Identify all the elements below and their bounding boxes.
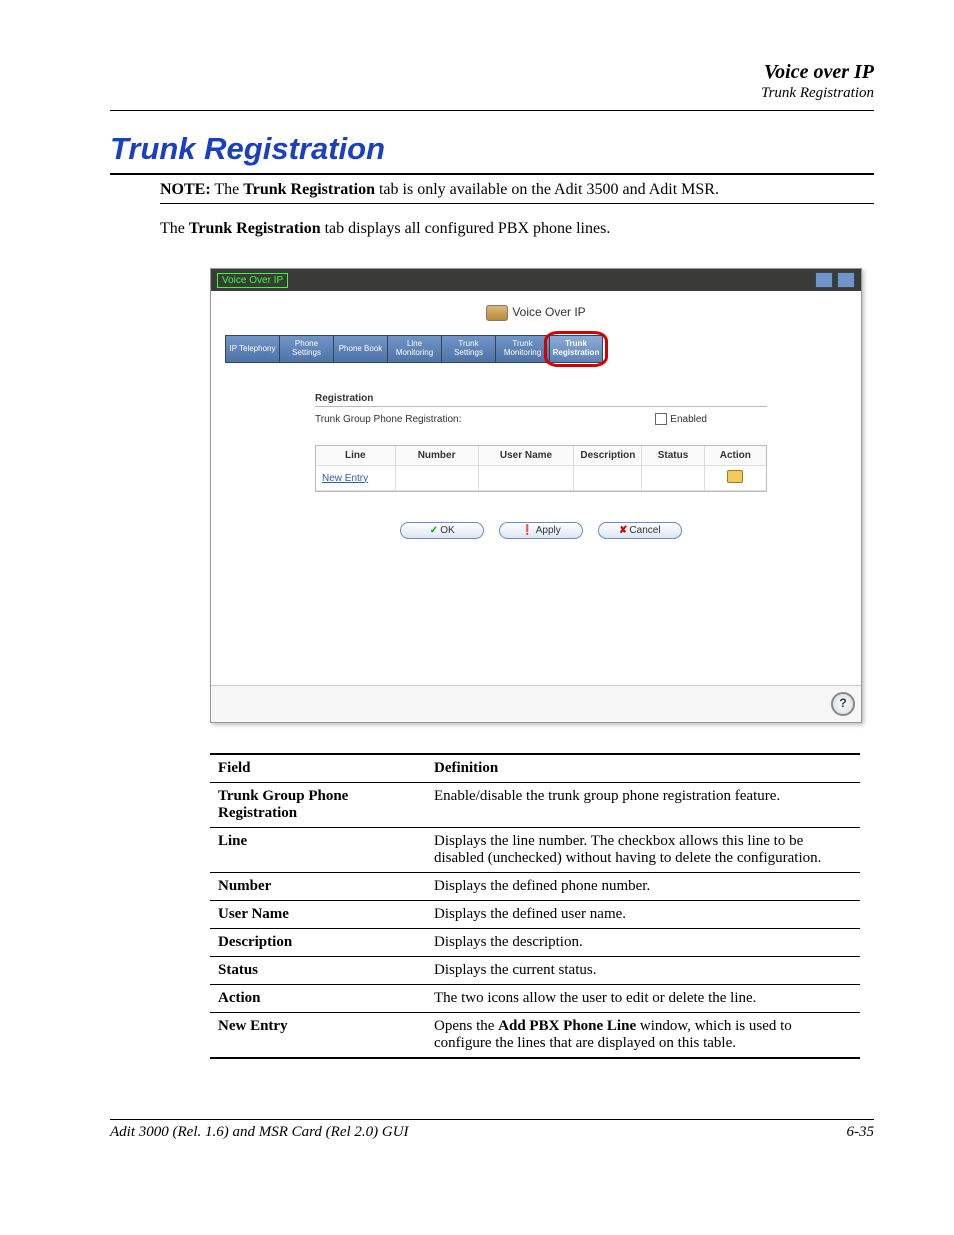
enabled-checkbox[interactable] (655, 413, 667, 425)
ok-button[interactable]: ✓OK (400, 522, 484, 539)
def-header-def: Definition (426, 754, 860, 783)
def-row: Trunk Group Phone Registration Enable/di… (210, 783, 860, 828)
footer-right: 6-35 (847, 1124, 875, 1141)
registration-label: Trunk Group Phone Registration: (315, 414, 655, 425)
panel-footer: ? (211, 685, 861, 722)
col-line: Line (316, 446, 396, 466)
tab-trunk-settings[interactable]: Trunk Settings (441, 335, 495, 363)
registration-section-title: Registration (315, 393, 767, 407)
top-divider (110, 110, 874, 111)
bottom-divider (110, 1119, 874, 1120)
tab-trunk-registration[interactable]: Trunk Registration (549, 335, 603, 363)
table-row-new: New Entry (316, 466, 766, 491)
note-block: NOTE: The Trunk Registration tab is only… (160, 181, 874, 199)
col-status: Status (642, 446, 704, 466)
tab-phone-settings[interactable]: Phone Settings (279, 335, 333, 363)
window-titlebar: Voice Over IP (211, 269, 861, 291)
tab-trunk-monitoring[interactable]: Trunk Monitoring (495, 335, 549, 363)
tab-phone-book[interactable]: Phone Book (333, 335, 387, 363)
note-divider (160, 203, 874, 204)
registration-table: Line Number User Name Description Status… (315, 445, 767, 492)
footer-left: Adit 3000 (Rel. 1.6) and MSR Card (Rel 2… (110, 1124, 409, 1141)
def-row-new-entry: New Entry Opens the Add PBX Phone Line w… (210, 1013, 860, 1059)
note-text-after: tab is only available on the Adit 3500 a… (375, 181, 719, 198)
def-row: Number Displays the defined phone number… (210, 873, 860, 901)
add-icon[interactable] (727, 470, 743, 483)
col-username: User Name (479, 446, 575, 466)
def-row: Status Displays the current status. (210, 957, 860, 985)
enabled-checkbox-label: Enabled (670, 414, 707, 425)
def-row: Description Displays the description. (210, 929, 860, 957)
note-text-before: The (211, 181, 244, 198)
cancel-button[interactable]: ✘Cancel (598, 522, 682, 539)
note-strong: Trunk Registration (243, 181, 375, 198)
apply-button[interactable]: ❗Apply (499, 522, 583, 539)
col-description: Description (574, 446, 642, 466)
col-number: Number (396, 446, 479, 466)
note-prefix: NOTE: (160, 181, 211, 198)
panel-heading: Voice Over IP (225, 305, 847, 321)
screenshot-panel: Voice Over IP Voice Over IP IP Telephony… (210, 268, 862, 723)
help-icon[interactable]: ? (831, 692, 855, 716)
header-section: Voice over IP (110, 60, 874, 84)
definitions-table: Field Definition Trunk Group Phone Regis… (210, 753, 860, 1059)
tab-line-monitoring[interactable]: Line Monitoring (387, 335, 441, 363)
tab-ip-telephony[interactable]: IP Telephony (225, 335, 279, 363)
header-subsection: Trunk Registration (110, 84, 874, 102)
voip-icon (486, 305, 508, 321)
new-entry-link[interactable]: New Entry (316, 466, 396, 491)
titlebar-icon-1[interactable] (815, 272, 833, 288)
col-action: Action (705, 446, 766, 466)
titlebar-icon-2[interactable] (837, 272, 855, 288)
def-row: User Name Displays the defined user name… (210, 901, 860, 929)
def-row: Action The two icons allow the user to e… (210, 985, 860, 1013)
tab-bar: IP Telephony Phone Settings Phone Book L… (225, 335, 847, 363)
page-title: Trunk Registration (110, 131, 874, 167)
def-row: Line Displays the line number. The check… (210, 828, 860, 873)
intro-text: The Trunk Registration tab displays all … (160, 220, 874, 238)
def-header-field: Field (210, 754, 426, 783)
window-title: Voice Over IP (217, 273, 288, 288)
title-divider (110, 173, 874, 175)
